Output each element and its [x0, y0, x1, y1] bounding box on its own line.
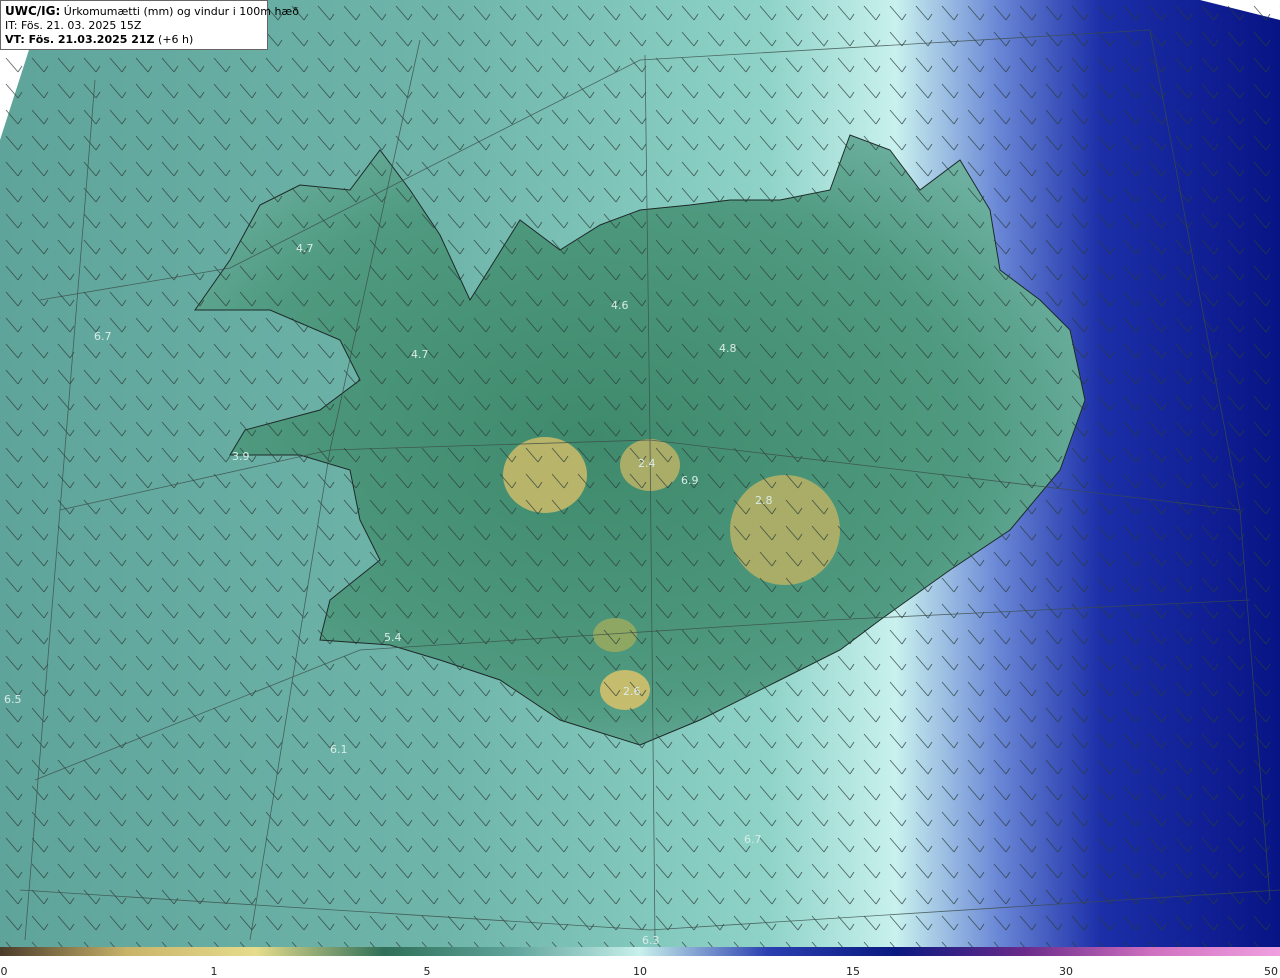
precipitation-wind-map: 4.7 4.7 6.7 3.9 4.6 4.8 2.4 6.9 2.8 5.4 …	[0, 0, 1280, 947]
value-label: 6.7	[744, 833, 762, 846]
value-label: 4.7	[411, 348, 429, 361]
value-label: 4.7	[296, 242, 314, 255]
value-label: 6.1	[330, 743, 348, 756]
value-label: 2.8	[755, 494, 773, 507]
colorbar-gradient	[0, 947, 1280, 956]
init-time: IT: Fös. 21. 03. 2025 15Z	[5, 19, 142, 32]
value-label: 2.6	[623, 685, 641, 698]
colorbar-tick: 0	[0, 965, 8, 978]
model-name: UWC/IG:	[5, 4, 61, 18]
value-label: 6.9	[681, 474, 699, 487]
value-label: 3.9	[232, 450, 250, 463]
colorbar: 0 1 5 10 15 30 50	[0, 947, 1280, 978]
valid-time: VT: Fös. 21.03.2025 21Z	[5, 33, 155, 46]
title-line: UWC/IG: Úrkomumætti (mm) og vindur i 100…	[5, 4, 299, 19]
colorbar-tick: 5	[423, 965, 431, 978]
field-description: Úrkomumætti (mm) og vindur i 100m hæð	[63, 5, 299, 18]
value-label: 4.8	[719, 342, 737, 355]
map-title-box: UWC/IG: Úrkomumætti (mm) og vindur i 100…	[0, 0, 299, 50]
colorbar-tick: 30	[1059, 965, 1073, 978]
forecast-offset: (+6 h)	[158, 33, 194, 46]
value-label: 5.4	[384, 631, 402, 644]
value-label: 6.5	[4, 693, 22, 706]
colorbar-tick: 10	[633, 965, 647, 978]
valid-time-line: VT: Fös. 21.03.2025 21Z (+6 h)	[5, 33, 263, 47]
value-label: 2.4	[638, 457, 656, 470]
value-label: 6.7	[94, 330, 112, 343]
colorbar-tick: 50	[1264, 965, 1278, 978]
value-label: 6.3	[642, 934, 660, 947]
colorbar-tick: 1	[210, 965, 218, 978]
colorbar-tick: 15	[846, 965, 860, 978]
value-label: 4.6	[611, 299, 629, 312]
